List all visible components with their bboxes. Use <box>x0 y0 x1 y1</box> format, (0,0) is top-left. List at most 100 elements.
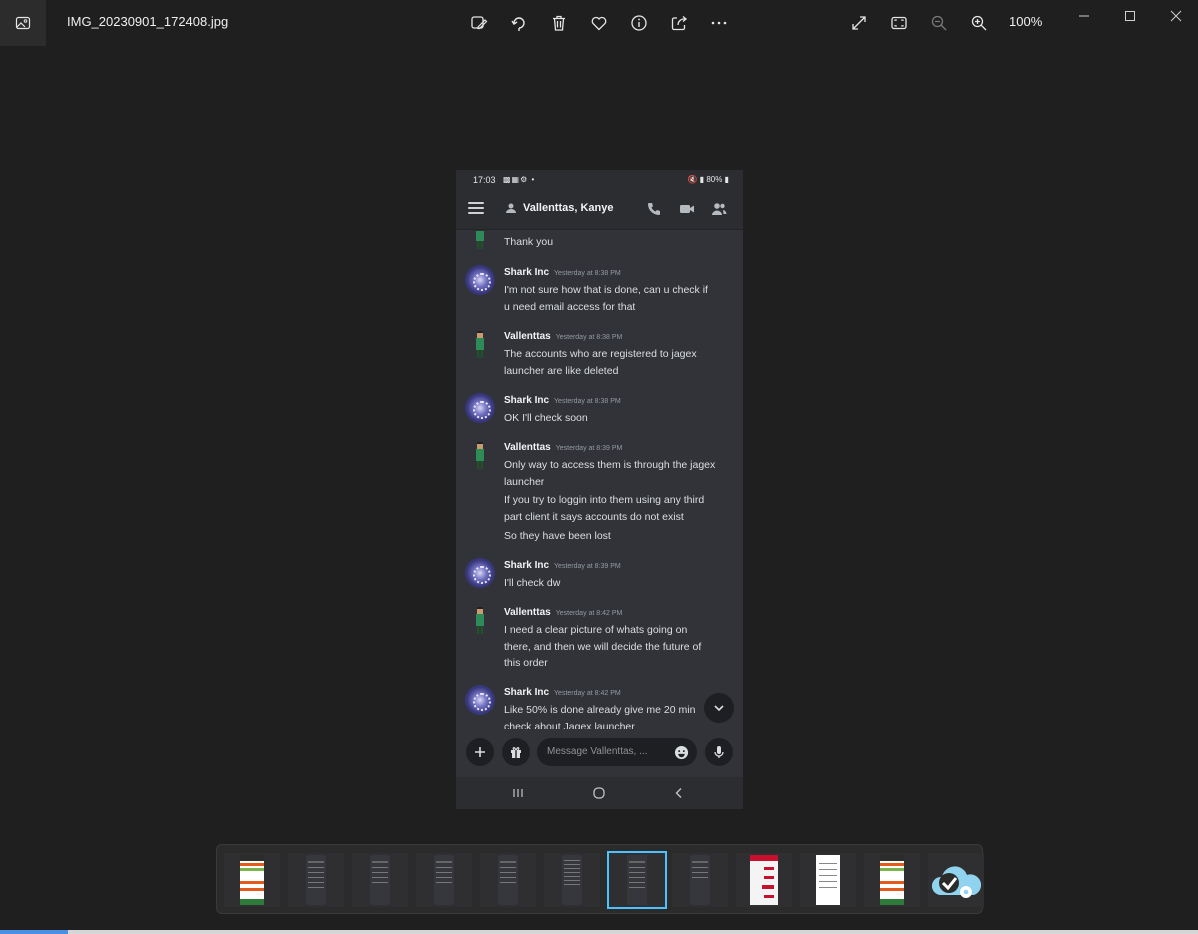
message-timestamp: Yesterday at 8:39 PM <box>555 445 623 452</box>
thumbnail-image <box>434 855 454 905</box>
phone-call-icon <box>648 203 660 215</box>
filmstrip-thumbnail[interactable] <box>416 853 472 907</box>
group-dm-icon <box>506 203 516 213</box>
filmstrip-thumbnail[interactable] <box>800 853 856 907</box>
emoji-icon[interactable] <box>674 745 689 760</box>
avatar-vallenttas[interactable] <box>471 606 489 636</box>
avatar-shark-inc[interactable] <box>465 393 495 423</box>
filmstrip <box>216 844 984 914</box>
phone-screenshot: 17:03 ▩▦⚙ • 🔇 ▮ 80% ▮ Vallenttas, Kanye <box>456 170 743 809</box>
voice-message-button[interactable] <box>705 738 733 766</box>
avatar-shark-inc[interactable] <box>465 685 495 715</box>
zoom-out-icon <box>931 15 947 31</box>
gift-button[interactable] <box>502 738 530 766</box>
filmstrip-thumbnail[interactable] <box>224 853 280 907</box>
filmstrip-thumbnail[interactable] <box>864 853 920 907</box>
thumbnail-image <box>627 855 647 905</box>
message-text: I'm not sure how that is done, can u che… <box>504 284 708 313</box>
more-icon <box>711 21 727 25</box>
thumbnail-image <box>880 855 904 905</box>
message-text: If you try to loggin into them using any… <box>504 494 705 523</box>
plus-icon <box>475 747 485 757</box>
thumbnail-image <box>750 855 778 905</box>
message-list[interactable]: Thank you Shark Inc Yesterday at 8:38 PM … <box>456 231 743 729</box>
message-author[interactable]: Vallenttas Yesterday at 8:38 PM <box>504 331 622 342</box>
avatar-vallenttas[interactable] <box>471 330 489 360</box>
jump-to-bottom-button[interactable] <box>704 693 734 723</box>
voice-call-button[interactable] <box>645 200 663 218</box>
favorite-button[interactable] <box>587 11 611 35</box>
zoom-in-button[interactable] <box>967 11 991 35</box>
filmstrip-thumbnail[interactable] <box>736 853 792 907</box>
recent-apps-icon <box>513 789 523 797</box>
recent-apps-button[interactable] <box>510 785 526 801</box>
full-screen-button[interactable] <box>847 11 871 35</box>
message-text: Only way to access them is through the j… <box>504 459 716 488</box>
filmstrip-thumbnail[interactable] <box>672 853 728 907</box>
home-icon <box>593 787 605 799</box>
taskbar-edge <box>0 930 1198 934</box>
avatar-shark-inc[interactable] <box>465 265 495 295</box>
microphone-icon <box>714 746 724 758</box>
message-text: I'll check dw <box>504 577 561 589</box>
more-button[interactable] <box>707 11 731 35</box>
filmstrip-thumbnail[interactable] <box>352 853 408 907</box>
attach-button[interactable] <box>466 738 494 766</box>
filmstrip-thumbnail[interactable] <box>288 853 344 907</box>
message-author[interactable]: Shark Inc Yesterday at 8:39 PM <box>504 560 621 571</box>
members-icon <box>712 203 727 215</box>
minimize-icon <box>1079 15 1089 17</box>
signal-icon: ▮ <box>699 175 705 184</box>
filmstrip-thumbnail[interactable] <box>480 853 536 907</box>
edit-image-button[interactable] <box>467 11 491 35</box>
chat-title[interactable]: Vallenttas, Kanye <box>523 202 614 214</box>
zoom-level[interactable]: 100% <box>1009 14 1042 29</box>
thumbnail-image <box>816 855 840 905</box>
filmstrip-thumbnail-selected[interactable] <box>607 851 667 909</box>
title-bar: IMG_20230901_172408.jpg 100% <box>0 0 1198 46</box>
message-author[interactable]: Shark Inc Yesterday at 8:38 PM <box>504 267 621 278</box>
message-author[interactable]: Vallenttas Yesterday at 8:42 PM <box>504 607 622 618</box>
message-text: The accounts who are registered to jagex… <box>504 348 697 377</box>
message-timestamp: Yesterday at 8:42 PM <box>554 690 621 697</box>
filmstrip-thumbnail[interactable] <box>544 853 600 907</box>
video-call-button[interactable] <box>678 200 696 218</box>
image-icon <box>15 16 31 30</box>
home-button[interactable] <box>591 785 607 801</box>
delete-button[interactable] <box>547 11 571 35</box>
notification-icons: ▩▦⚙ • <box>503 175 536 184</box>
avatar-shark-inc[interactable] <box>465 558 495 588</box>
fit-to-window-button[interactable] <box>887 11 911 35</box>
delete-icon <box>553 15 565 31</box>
message-text: OK I'll check soon <box>504 412 588 424</box>
photos-app-icon[interactable] <box>0 0 46 46</box>
message-text: I need a clear picture of whats going on… <box>504 624 702 669</box>
zoom-out-button[interactable] <box>927 11 951 35</box>
message-author[interactable]: Shark Inc Yesterday at 8:38 PM <box>504 395 621 406</box>
thumbnail-image <box>370 855 390 905</box>
avatar-vallenttas[interactable] <box>471 441 489 471</box>
info-button[interactable] <box>627 11 651 35</box>
message-author[interactable]: Vallenttas Yesterday at 8:39 PM <box>504 442 622 453</box>
message-input[interactable]: Message Vallenttas, ... <box>537 738 697 766</box>
chevron-down-icon <box>714 705 724 712</box>
filmstrip-thumbnail[interactable] <box>928 853 984 907</box>
rotate-button[interactable] <box>507 11 531 35</box>
fit-to-window-icon <box>891 16 907 30</box>
close-button[interactable] <box>1166 6 1186 26</box>
thumbnail-image <box>562 855 582 905</box>
members-button[interactable] <box>710 200 728 218</box>
minimize-button[interactable] <box>1074 6 1094 26</box>
file-name: IMG_20230901_172408.jpg <box>67 14 229 29</box>
message-author[interactable]: Shark Inc Yesterday at 8:42 PM <box>504 687 621 698</box>
back-button[interactable] <box>671 785 687 801</box>
battery-icon: ▮ <box>724 175 729 184</box>
favorite-icon <box>591 16 607 31</box>
share-button[interactable] <box>667 11 691 35</box>
message-composer: Message Vallenttas, ... <box>456 730 743 774</box>
video-camera-icon <box>680 205 694 213</box>
chat-header: Vallenttas, Kanye <box>456 190 743 230</box>
menu-icon[interactable] <box>468 202 484 216</box>
maximize-button[interactable] <box>1120 6 1140 26</box>
edit-image-icon <box>471 16 488 30</box>
